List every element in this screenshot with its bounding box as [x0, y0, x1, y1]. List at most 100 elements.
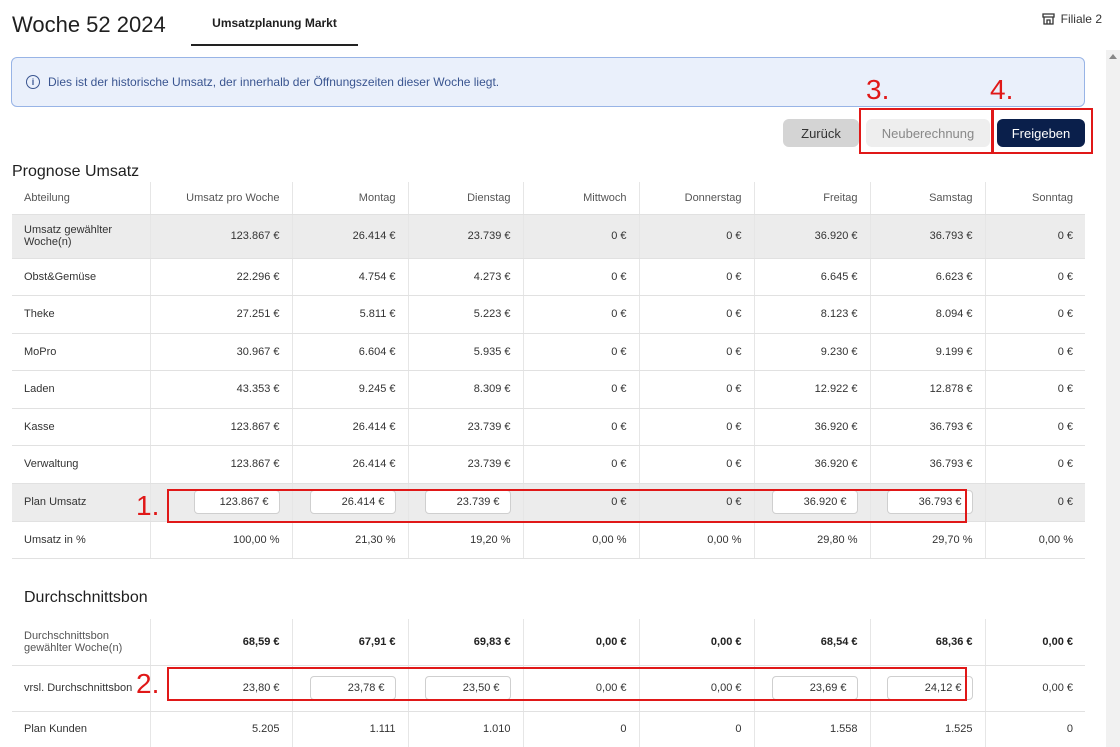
cell: 6.623 €	[869, 258, 985, 296]
cell: 0 €	[638, 408, 754, 446]
cell: 0 €	[638, 333, 754, 371]
cell: 23.739 €	[407, 214, 523, 259]
cell: 123.867 €	[149, 408, 292, 446]
cell: 5.223 €	[407, 295, 523, 334]
table-row: Plan Kunden 5.205 1.111 1.010 0 0 1.558 …	[12, 711, 1085, 747]
cell: 0 €	[638, 445, 754, 484]
back-button[interactable]: Zurück	[783, 119, 859, 147]
plan-input-week[interactable]: 123.867 €	[193, 490, 280, 514]
store-icon	[1041, 13, 1055, 25]
tab-umsatzplanung[interactable]: Umsatzplanung Markt	[191, 12, 358, 46]
cell: 8.309 €	[407, 370, 523, 409]
cell: 26.414 €	[291, 214, 408, 259]
scrollbar[interactable]	[1106, 50, 1120, 747]
cell: 68,36 €	[869, 619, 985, 666]
table-row: Umsatz gewählter Woche(n) 123.867 € 26.4…	[12, 214, 1085, 259]
release-button[interactable]: Freigeben	[997, 119, 1085, 147]
cell: 0,00 %	[984, 521, 1085, 559]
cell: 0 €	[984, 445, 1085, 484]
cell: 0 €	[638, 370, 754, 409]
row-label: Plan Kunden	[12, 711, 150, 747]
plan-input-monday[interactable]: 26.414 €	[309, 490, 396, 514]
cell: 0	[522, 711, 639, 747]
table-row: Laden 43.353 € 9.245 € 8.309 € 0 € 0 € 1…	[12, 370, 1085, 409]
cell: 23.739 €	[407, 445, 523, 484]
plan-input-tuesday[interactable]: 23.739 €	[424, 490, 511, 514]
cell: 36.793 €	[869, 214, 985, 259]
cell: 36.920 €	[753, 408, 870, 446]
avg-input-tuesday[interactable]: 23,50 €	[424, 676, 511, 700]
cell: 68,54 €	[753, 619, 870, 666]
cell: 0 €	[984, 214, 1085, 259]
cell: 0 €	[522, 333, 639, 371]
cell: 67,91 €	[291, 619, 408, 666]
row-label: Verwaltung	[12, 445, 150, 484]
row-label: vrsl. Durchschnittsbon	[12, 665, 150, 712]
cell: 36.920 €	[753, 214, 870, 259]
cell: 0,00 %	[522, 521, 639, 559]
cell: 36.920 €	[753, 445, 870, 484]
cell: 0 €	[522, 295, 639, 334]
cell: 23.739 €	[407, 483, 523, 522]
cell: 5.205	[149, 711, 292, 747]
cell: 6.645 €	[753, 258, 870, 296]
cell: 27.251 €	[149, 295, 292, 334]
cell: 0	[638, 711, 754, 747]
row-label: Theke	[12, 295, 150, 334]
col-header: Umsatz pro Woche	[149, 182, 292, 215]
cell: 0 €	[522, 258, 639, 296]
cell: 24,12 €	[869, 665, 985, 712]
cell: 9.199 €	[869, 333, 985, 371]
cell: 0	[984, 711, 1085, 747]
info-icon: i	[26, 75, 40, 89]
cell: 0 €	[638, 214, 754, 259]
cell: 23,78 €	[291, 665, 408, 712]
cell: 23.739 €	[407, 408, 523, 446]
cell: 19,20 %	[407, 521, 523, 559]
cell: 23,50 €	[407, 665, 523, 712]
row-label: MoPro	[12, 333, 150, 371]
cell: 100,00 %	[149, 521, 292, 559]
cell: 0 €	[522, 214, 639, 259]
plan-input-friday[interactable]: 36.920 €	[771, 490, 858, 514]
avg-input-monday[interactable]: 23,78 €	[309, 676, 396, 700]
col-header: Donnerstag	[638, 182, 754, 215]
cell: 123.867 €	[149, 483, 292, 522]
row-label: Umsatz gewählter Woche(n)	[12, 214, 150, 259]
cell: 0 €	[638, 258, 754, 296]
forecast-title: Prognose Umsatz	[12, 163, 140, 180]
cell: 43.353 €	[149, 370, 292, 409]
cell: 0,00 €	[522, 619, 639, 666]
table-row: vrsl. Durchschnittsbon 23,80 € 23,78 € 2…	[12, 665, 1085, 712]
cell: 23,80 €	[149, 665, 292, 712]
col-header: Mittwoch	[522, 182, 639, 215]
cell: 12.922 €	[753, 370, 870, 409]
row-label: Plan Umsatz	[12, 483, 150, 522]
col-header: Dienstag	[407, 182, 523, 215]
cell: 21,30 %	[291, 521, 408, 559]
cell: 0 €	[984, 483, 1085, 522]
cell: 9.245 €	[291, 370, 408, 409]
cell: 26.414 €	[291, 445, 408, 484]
plan-input-saturday[interactable]: 36.793 €	[886, 490, 973, 514]
plan-row: Plan Umsatz 123.867 € 26.414 € 23.739 € …	[12, 483, 1085, 522]
cell: 0 €	[984, 370, 1085, 409]
cell: 0,00 €	[638, 619, 754, 666]
table-row: Obst&Gemüse 22.296 € 4.754 € 4.273 € 0 €…	[12, 258, 1085, 296]
recalc-button[interactable]: Neuberechnung	[866, 119, 990, 147]
scroll-up-icon[interactable]	[1109, 54, 1117, 59]
info-box: i Dies ist der historische Umsatz, der i…	[11, 57, 1085, 107]
row-label: Durchschnittsbon gewählter Woche(n)	[12, 619, 150, 666]
cell: 36.793 €	[869, 445, 985, 484]
cell: 36.793 €	[869, 408, 985, 446]
col-header: Freitag	[753, 182, 870, 215]
cell: 26.414 €	[291, 483, 408, 522]
avg-input-friday[interactable]: 23,69 €	[771, 676, 858, 700]
cell: 26.414 €	[291, 408, 408, 446]
avg-input-saturday[interactable]: 24,12 €	[886, 676, 973, 700]
cell: 69,83 €	[407, 619, 523, 666]
cell: 123.867 €	[149, 445, 292, 484]
store-selector[interactable]: Filiale 2	[1041, 12, 1102, 26]
cell: 0 €	[984, 295, 1085, 334]
row-label: Umsatz in %	[12, 521, 150, 559]
